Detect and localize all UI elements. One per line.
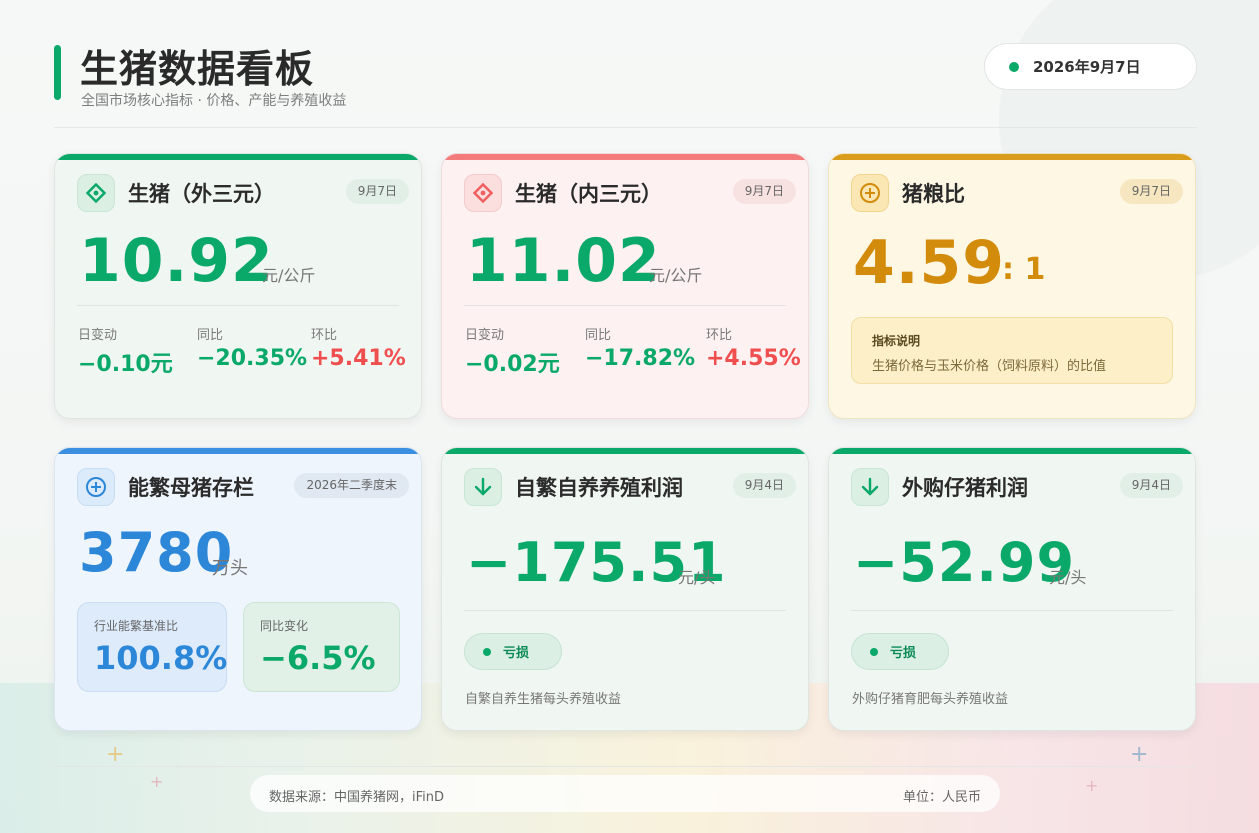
date-tag: 9月7日 [1119, 179, 1183, 204]
ratio-suffix: : 1 [1002, 252, 1046, 287]
sow-value: 3780 [79, 521, 234, 584]
card-title: 生猪（内三元） [515, 182, 662, 206]
card-breeding-sow[interactable]: 能繁母猪存栏 2026年二季度末 3780 万头 行业能繁基准比 100.8% … [54, 447, 422, 731]
card-accent-bar [442, 448, 808, 454]
stat-value-daily: −0.02元 [465, 352, 560, 377]
status-dot [870, 647, 878, 656]
card-hog-inner[interactable]: 生猪（内三元） 9月7日 11.02 元/公斤 日变动 −0.02元 同比 −1… [441, 153, 809, 419]
card-accent-bar [829, 154, 1195, 160]
profit-unit: 元/头 [678, 568, 716, 587]
arrow-down-icon [464, 468, 502, 506]
date-tag: 9月7日 [345, 179, 409, 204]
card-accent-bar [442, 154, 808, 160]
price-unit: 元/公斤 [262, 266, 316, 285]
card-hog-outer[interactable]: 生猪（外三元） 9月7日 10.92 元/公斤 日变动 −0.10元 同比 −2… [54, 153, 422, 419]
divider [77, 305, 399, 306]
info-title: 指标说明 [872, 334, 921, 348]
divider [851, 610, 1173, 611]
card-hog-grain-ratio[interactable]: 猪粮比 9月7日 4.59 : 1 指标说明 生猪价格与玉米价格（饲料原料）的比… [828, 153, 1196, 419]
stat-label-yoy: 同比 [585, 328, 612, 343]
card-accent-bar [55, 154, 421, 160]
date-text: 2026年9月7日 [1033, 58, 1141, 76]
stat-label-daily: 日变动 [78, 328, 118, 343]
yoy-label: 同比变化 [260, 619, 309, 633]
stat-label-yoy: 同比 [197, 328, 224, 343]
loss-text: 亏损 [890, 646, 917, 661]
divider [464, 305, 786, 306]
stat-value-daily: −0.10元 [78, 352, 173, 377]
loss-badge: 亏损 [464, 633, 562, 670]
stat-value-yoy: −17.82% [585, 346, 696, 371]
page-title: 生猪数据看板 [80, 47, 315, 91]
currency-unit: 单位：人民币 [902, 790, 981, 805]
card-title: 能繁母猪存栏 [128, 476, 254, 500]
date-tag: 9月4日 [732, 473, 796, 498]
status-dot [483, 647, 491, 656]
profit-unit: 元/头 [1049, 568, 1087, 587]
benchmark-label: 行业能繁基准比 [94, 619, 179, 633]
card-self-bred-profit[interactable]: 自繁自养养殖利润 9月4日 −175.51 元/头 亏损 自繁自养生猪每头养殖收… [441, 447, 809, 731]
stat-label-mom: 环比 [706, 328, 733, 343]
diamond-icon [464, 174, 502, 212]
card-note: 自繁自养生猪每头养殖收益 [465, 692, 622, 707]
sparkle-icon: + [106, 742, 125, 767]
footer-divider [54, 766, 1197, 767]
header: 生猪数据看板 全国市场核心指标 · 价格、产能与养殖收益 2026年9月7日 [54, 38, 1197, 128]
ratio-value: 4.59 [853, 228, 1006, 298]
sparkle-icon: + [1085, 776, 1099, 795]
card-accent-bar [55, 448, 421, 454]
sow-unit: 万头 [212, 558, 248, 579]
card-accent-bar [829, 448, 1195, 454]
card-note: 外购仔猪育肥每头养殖收益 [852, 692, 1009, 707]
stat-label-daily: 日变动 [465, 328, 505, 343]
page-subtitle: 全国市场核心指标 · 价格、产能与养殖收益 [81, 93, 347, 109]
data-source: 数据来源：中国养猪网，iFinD [269, 790, 445, 805]
title-accent-bar [54, 45, 61, 100]
date-tag: 2026年二季度末 [294, 473, 409, 498]
card-title: 自繁自养养殖利润 [515, 476, 683, 500]
arrow-down-icon [851, 468, 889, 506]
card-purchased-piglet-profit[interactable]: 外购仔猪利润 9月4日 −52.99 元/头 亏损 外购仔猪育肥每头养殖收益 [828, 447, 1196, 731]
date-badge: 2026年9月7日 [984, 43, 1197, 90]
divider [464, 610, 786, 611]
plus-circle-icon [77, 468, 115, 506]
price-value: 11.02 [466, 226, 661, 296]
status-dot [1009, 61, 1019, 72]
card-title: 生猪（外三元） [128, 182, 275, 206]
stat-value-mom: +5.41% [311, 346, 406, 371]
sparkle-icon: + [150, 772, 164, 791]
stat-value-mom: +4.55% [706, 346, 801, 371]
price-value: 10.92 [79, 226, 274, 296]
yoy-value: −6.5% [260, 639, 376, 677]
info-box: 指标说明 生猪价格与玉米价格（饲料原料）的比值 [851, 317, 1173, 384]
stat-label-mom: 环比 [311, 328, 338, 343]
card-title: 猪粮比 [902, 182, 965, 206]
price-unit: 元/公斤 [649, 266, 703, 285]
profit-value: −52.99 [853, 531, 1076, 594]
info-text: 生猪价格与玉米价格（饲料原料）的比值 [872, 359, 1107, 374]
stat-value-yoy: −20.35% [197, 346, 308, 371]
loss-badge: 亏损 [851, 633, 949, 670]
card-title: 外购仔猪利润 [902, 476, 1028, 500]
sparkle-icon: + [1130, 742, 1149, 767]
benchmark-box: 行业能繁基准比 100.8% [77, 602, 227, 692]
loss-text: 亏损 [503, 646, 530, 661]
plus-circle-icon [851, 174, 889, 212]
date-tag: 9月7日 [732, 179, 796, 204]
diamond-icon [77, 174, 115, 212]
yoy-box: 同比变化 −6.5% [243, 602, 400, 692]
benchmark-value: 100.8% [94, 639, 228, 677]
footer: 数据来源：中国养猪网，iFinD 单位：人民币 [250, 775, 1000, 812]
date-tag: 9月4日 [1119, 473, 1183, 498]
